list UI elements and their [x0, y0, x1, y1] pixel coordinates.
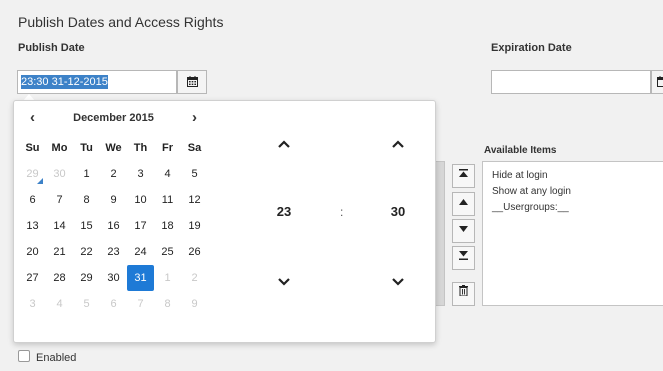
calendar-day[interactable]: 15: [73, 213, 100, 239]
calendar-day[interactable]: 9: [181, 291, 208, 317]
next-month-button[interactable]: ›: [181, 108, 208, 128]
calendar-day[interactable]: 29: [19, 161, 46, 187]
decrement-minutes-icon[interactable]: [392, 278, 404, 286]
weekday-header: Fr: [162, 142, 173, 154]
calendar-day[interactable]: 8: [73, 187, 100, 213]
calendar-day[interactable]: 25: [154, 239, 181, 265]
calendar-day[interactable]: 22: [73, 239, 100, 265]
increment-hours-icon[interactable]: [278, 140, 290, 148]
calendar-day[interactable]: 18: [154, 213, 181, 239]
calendar-day[interactable]: 30: [46, 161, 73, 187]
arrow-to-top-icon: [459, 169, 468, 177]
calendar-day[interactable]: 17: [127, 213, 154, 239]
prev-month-button[interactable]: ‹: [19, 108, 46, 128]
calendar-day[interactable]: 6: [19, 187, 46, 213]
calendar-day[interactable]: 12: [181, 187, 208, 213]
hours-display[interactable]: 23: [264, 204, 304, 219]
publish-dates-panel: Publish Dates and Access Rights Publish …: [0, 0, 663, 371]
move-down-button[interactable]: [452, 219, 475, 243]
weekday-header: Mo: [51, 142, 68, 154]
calendar-day[interactable]: 10: [127, 187, 154, 213]
increment-minutes-icon[interactable]: [392, 140, 404, 148]
calendar-day[interactable]: 1: [154, 265, 181, 291]
calendar-day[interactable]: 9: [100, 187, 127, 213]
calendar-day[interactable]: 2: [100, 161, 127, 187]
available-items-label: Available Items: [484, 145, 557, 156]
calendar-day[interactable]: 6: [100, 291, 127, 317]
weekday-header: Su: [25, 142, 40, 154]
move-up-button[interactable]: [452, 192, 475, 216]
move-top-button[interactable]: [452, 164, 475, 188]
publish-date-calendar-button[interactable]: [177, 70, 207, 94]
calendar-day[interactable]: 7: [127, 291, 154, 317]
available-items-list[interactable]: Hide at login Show at any login __Usergr…: [482, 161, 663, 306]
calendar-day[interactable]: 2: [181, 265, 208, 291]
calendar-day[interactable]: 3: [19, 291, 46, 317]
enabled-label: Enabled: [36, 352, 77, 364]
calendar-day[interactable]: 5: [73, 291, 100, 317]
expiration-date-label: Expiration Date: [491, 42, 572, 54]
calendar-day[interactable]: 29: [73, 265, 100, 291]
decrement-hours-icon[interactable]: [278, 278, 290, 286]
calendar-day[interactable]: 19: [181, 213, 208, 239]
calendar-day[interactable]: 8: [154, 291, 181, 317]
move-bottom-button[interactable]: [452, 246, 475, 270]
calendar-day[interactable]: 3: [127, 161, 154, 187]
calendar-day[interactable]: 28: [46, 265, 73, 291]
today-indicator: [37, 178, 43, 184]
weekday-header: We: [105, 142, 122, 154]
month-year-switch[interactable]: December 2015: [46, 108, 181, 128]
list-item[interactable]: Hide at login: [492, 168, 663, 184]
enabled-checkbox-row[interactable]: Enabled: [18, 350, 76, 364]
calendar-day[interactable]: 26: [181, 239, 208, 265]
calendar-day[interactable]: 24: [127, 239, 154, 265]
calendar-day[interactable]: 4: [154, 161, 181, 187]
time-separator: :: [340, 205, 344, 219]
arrow-to-bottom-icon: [459, 251, 468, 260]
calendar-day[interactable]: 31: [127, 265, 154, 291]
publish-date-input[interactable]: 23:30 31-12-2015: [17, 70, 177, 94]
calendar-day[interactable]: 16: [100, 213, 127, 239]
calendar-day[interactable]: 27: [19, 265, 46, 291]
delete-item-button[interactable]: [452, 282, 475, 306]
weekday-header: Sa: [187, 142, 202, 154]
calendar-day[interactable]: 23: [100, 239, 127, 265]
calendar-icon: [657, 76, 663, 87]
section-title: Publish Dates and Access Rights: [18, 14, 224, 30]
expiration-date-input[interactable]: [491, 70, 651, 94]
calendar-day[interactable]: 1: [73, 161, 100, 187]
calendar-day[interactable]: 14: [46, 213, 73, 239]
calendar-day[interactable]: 4: [46, 291, 73, 317]
publish-date-label: Publish Date: [18, 42, 85, 54]
calendar-day[interactable]: 11: [154, 187, 181, 213]
calendar-day[interactable]: 20: [19, 239, 46, 265]
enabled-checkbox[interactable]: [18, 350, 30, 362]
calendar-day[interactable]: 30: [100, 265, 127, 291]
calendar-icon: [186, 76, 198, 87]
calendar-day[interactable]: 21: [46, 239, 73, 265]
arrow-up-icon: [459, 199, 468, 205]
calendar-day[interactable]: 7: [46, 187, 73, 213]
minutes-display[interactable]: 30: [378, 204, 418, 219]
expiration-date-calendar-button[interactable]: [651, 70, 663, 94]
weekday-header: Th: [133, 142, 148, 154]
calendar-day[interactable]: 13: [19, 213, 46, 239]
calendar-day[interactable]: 5: [181, 161, 208, 187]
publish-date-value: 23:30 31-12-2015: [21, 75, 108, 89]
weekday-header: Tu: [80, 142, 93, 154]
arrow-down-icon: [459, 226, 468, 232]
datetime-picker-popup: ‹ December 2015 › Su Mo Tu We Th Fr Sa 29 30 1 2 3 4…: [13, 100, 436, 343]
list-item[interactable]: __Usergroups:__: [492, 200, 663, 216]
list-item[interactable]: Show at any login: [492, 184, 663, 200]
trash-icon: [459, 285, 468, 297]
